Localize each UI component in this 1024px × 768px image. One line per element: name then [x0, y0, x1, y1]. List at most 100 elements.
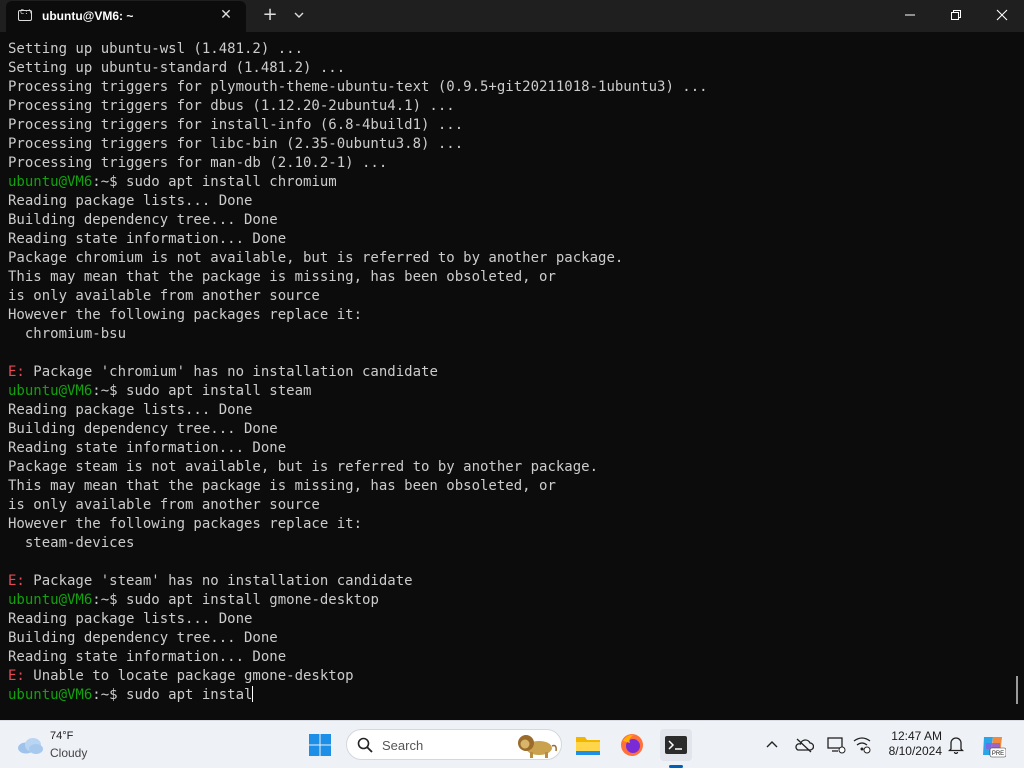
terminal-line: Processing triggers for man-db (2.10.2-1…: [8, 154, 708, 173]
taskbar-search-box[interactable]: Search: [346, 729, 562, 760]
terminal-line: ubuntu@VM6:~$ sudo apt install gmone-des…: [8, 591, 708, 610]
terminal-line: Reading state information... Done: [8, 230, 708, 249]
firefox-icon: [621, 734, 643, 756]
weather-description: Cloudy: [50, 746, 88, 760]
line-text: is only available from another source: [8, 288, 320, 304]
terminal-line: ubuntu@VM6:~$ sudo apt install chromium: [8, 173, 708, 192]
terminal-line: Processing triggers for dbus (1.12.20-2u…: [8, 97, 708, 116]
chevron-up-icon: [766, 741, 778, 748]
notifications-button[interactable]: [946, 735, 966, 755]
terminal-output[interactable]: Setting up ubuntu-wsl (1.481.2) ... Setti…: [0, 32, 1024, 720]
show-hidden-icons-button[interactable]: [762, 735, 782, 755]
tab-dropdown-button[interactable]: [290, 6, 308, 24]
line-text: :~$ sudo apt install steam: [92, 383, 312, 399]
line-text: This may mean that the package is missin…: [8, 478, 556, 494]
prompt-user: ubuntu@VM6: [8, 383, 93, 399]
line-text: Setting up ubuntu-standard (1.481.2) ...: [8, 60, 346, 76]
line-text: Processing triggers for libc-bin (2.35-0…: [8, 136, 464, 152]
cloud-icon: [18, 738, 43, 754]
line-text: Processing triggers for dbus (1.12.20-2u…: [8, 98, 455, 114]
search-highlight-lion-icon: [518, 735, 557, 758]
clock-date: 8/10/2024: [888, 744, 942, 758]
line-text: steam-devices: [8, 535, 135, 551]
file-explorer-icon: [576, 737, 600, 755]
line-text: Processing triggers for install-info (6.…: [8, 117, 464, 133]
terminal-line: ubuntu@VM6:~$ sudo apt install steam: [8, 382, 708, 401]
terminal-line: Reading state information... Done: [8, 439, 708, 458]
copilot-icon[interactable]: PRE: [980, 733, 1006, 759]
network-button[interactable]: [852, 735, 872, 755]
line-text: Reading package lists... Done: [8, 193, 253, 209]
terminal-line: ubuntu@VM6:~$ sudo apt instal: [8, 686, 708, 705]
prompt-user: ubuntu@VM6: [8, 592, 93, 608]
network-icon: [853, 737, 871, 754]
line-text: :~$ sudo apt instal: [92, 687, 253, 703]
restore-icon: [951, 10, 961, 20]
terminal-line: However the following packages replace i…: [8, 515, 708, 534]
search-icon: [357, 737, 373, 753]
terminal-taskbar-button[interactable]: [660, 729, 692, 761]
line-text: :~$ sudo apt install chromium: [92, 174, 337, 190]
chevron-down-icon: [294, 12, 304, 18]
line-text: :~$ sudo apt install gmone-desktop: [92, 592, 379, 608]
terminal-line: Building dependency tree... Done: [8, 629, 708, 648]
taskbar: 74°F Cloudy Search 12:47 AM 8/10/2024 PR…: [0, 720, 1024, 768]
terminal-tab-icon: C:\: [18, 8, 33, 21]
maximize-button[interactable]: [933, 0, 979, 30]
new-tab-button[interactable]: +: [260, 5, 280, 25]
line-text: However the following packages replace i…: [8, 516, 363, 532]
weather-widget[interactable]: 74°F Cloudy: [16, 729, 116, 761]
terminal-scrollbar[interactable]: [1016, 676, 1018, 704]
onedrive-button[interactable]: [794, 735, 814, 755]
bell-icon: [948, 737, 964, 754]
copilot-badge: PRE: [992, 751, 1004, 757]
terminal-line: E: Package 'chromium' has no installatio…: [8, 363, 708, 382]
minimize-button[interactable]: [887, 0, 933, 30]
line-text: However the following packages replace i…: [8, 307, 363, 323]
terminal-line: Reading package lists... Done: [8, 192, 708, 211]
prompt-user: ubuntu@VM6: [8, 687, 93, 703]
line-text: Unable to locate package gmone-desktop: [24, 668, 354, 684]
search-label: Search: [382, 738, 424, 753]
line-text: Reading state information... Done: [8, 231, 287, 247]
terminal-line: Reading state information... Done: [8, 648, 708, 667]
error-prefix: E:: [8, 364, 25, 380]
line-text: Reading state information... Done: [8, 440, 287, 456]
line-text: Reading state information... Done: [8, 649, 287, 665]
line-text: Setting up ubuntu-wsl (1.481.2) ...: [8, 41, 304, 57]
terminal-lines: Setting up ubuntu-wsl (1.481.2) ... Setti…: [8, 40, 708, 705]
line-text: This may mean that the package is missin…: [8, 269, 556, 285]
terminal-line: chromium-bsu: [8, 325, 708, 344]
prompt-user: ubuntu@VM6: [8, 174, 93, 190]
terminal-line: E: Package 'steam' has no installation c…: [8, 572, 708, 591]
terminal-line: Reading package lists... Done: [8, 401, 708, 420]
line-text: Reading package lists... Done: [8, 611, 253, 627]
line-text: Building dependency tree... Done: [8, 212, 278, 228]
close-tab-icon[interactable]: ✕: [218, 7, 234, 23]
minimize-icon: [905, 14, 915, 16]
file-explorer-button[interactable]: [572, 729, 604, 761]
text-cursor: [252, 686, 254, 702]
taskbar-clock[interactable]: 12:47 AM 8/10/2024: [884, 729, 942, 759]
terminal-line: This may mean that the package is missin…: [8, 477, 708, 496]
terminal-line: is only available from another source: [8, 287, 708, 306]
display-icon: [827, 737, 846, 754]
terminal-line: Reading package lists... Done: [8, 610, 708, 629]
terminal-line: Processing triggers for install-info (6.…: [8, 116, 708, 135]
terminal-line: Setting up ubuntu-wsl (1.481.2) ...: [8, 40, 708, 59]
line-text: Package 'steam' has no installation cand…: [24, 573, 413, 589]
start-button[interactable]: [309, 734, 331, 756]
terminal-line: Building dependency tree... Done: [8, 211, 708, 230]
close-window-button[interactable]: [979, 0, 1024, 30]
terminal-tab[interactable]: C:\ ubuntu@VM6: ~ ✕: [6, 1, 246, 32]
firefox-button[interactable]: [616, 729, 648, 761]
error-prefix: E:: [8, 668, 25, 684]
line-text: Package steam is not available, but is r…: [8, 459, 599, 475]
line-text: is only available from another source: [8, 497, 320, 513]
display-settings-button[interactable]: [826, 735, 846, 755]
terminal-icon: [665, 736, 687, 754]
terminal-line: Package chromium is not available, but i…: [8, 249, 708, 268]
terminal-line: steam-devices: [8, 534, 708, 553]
